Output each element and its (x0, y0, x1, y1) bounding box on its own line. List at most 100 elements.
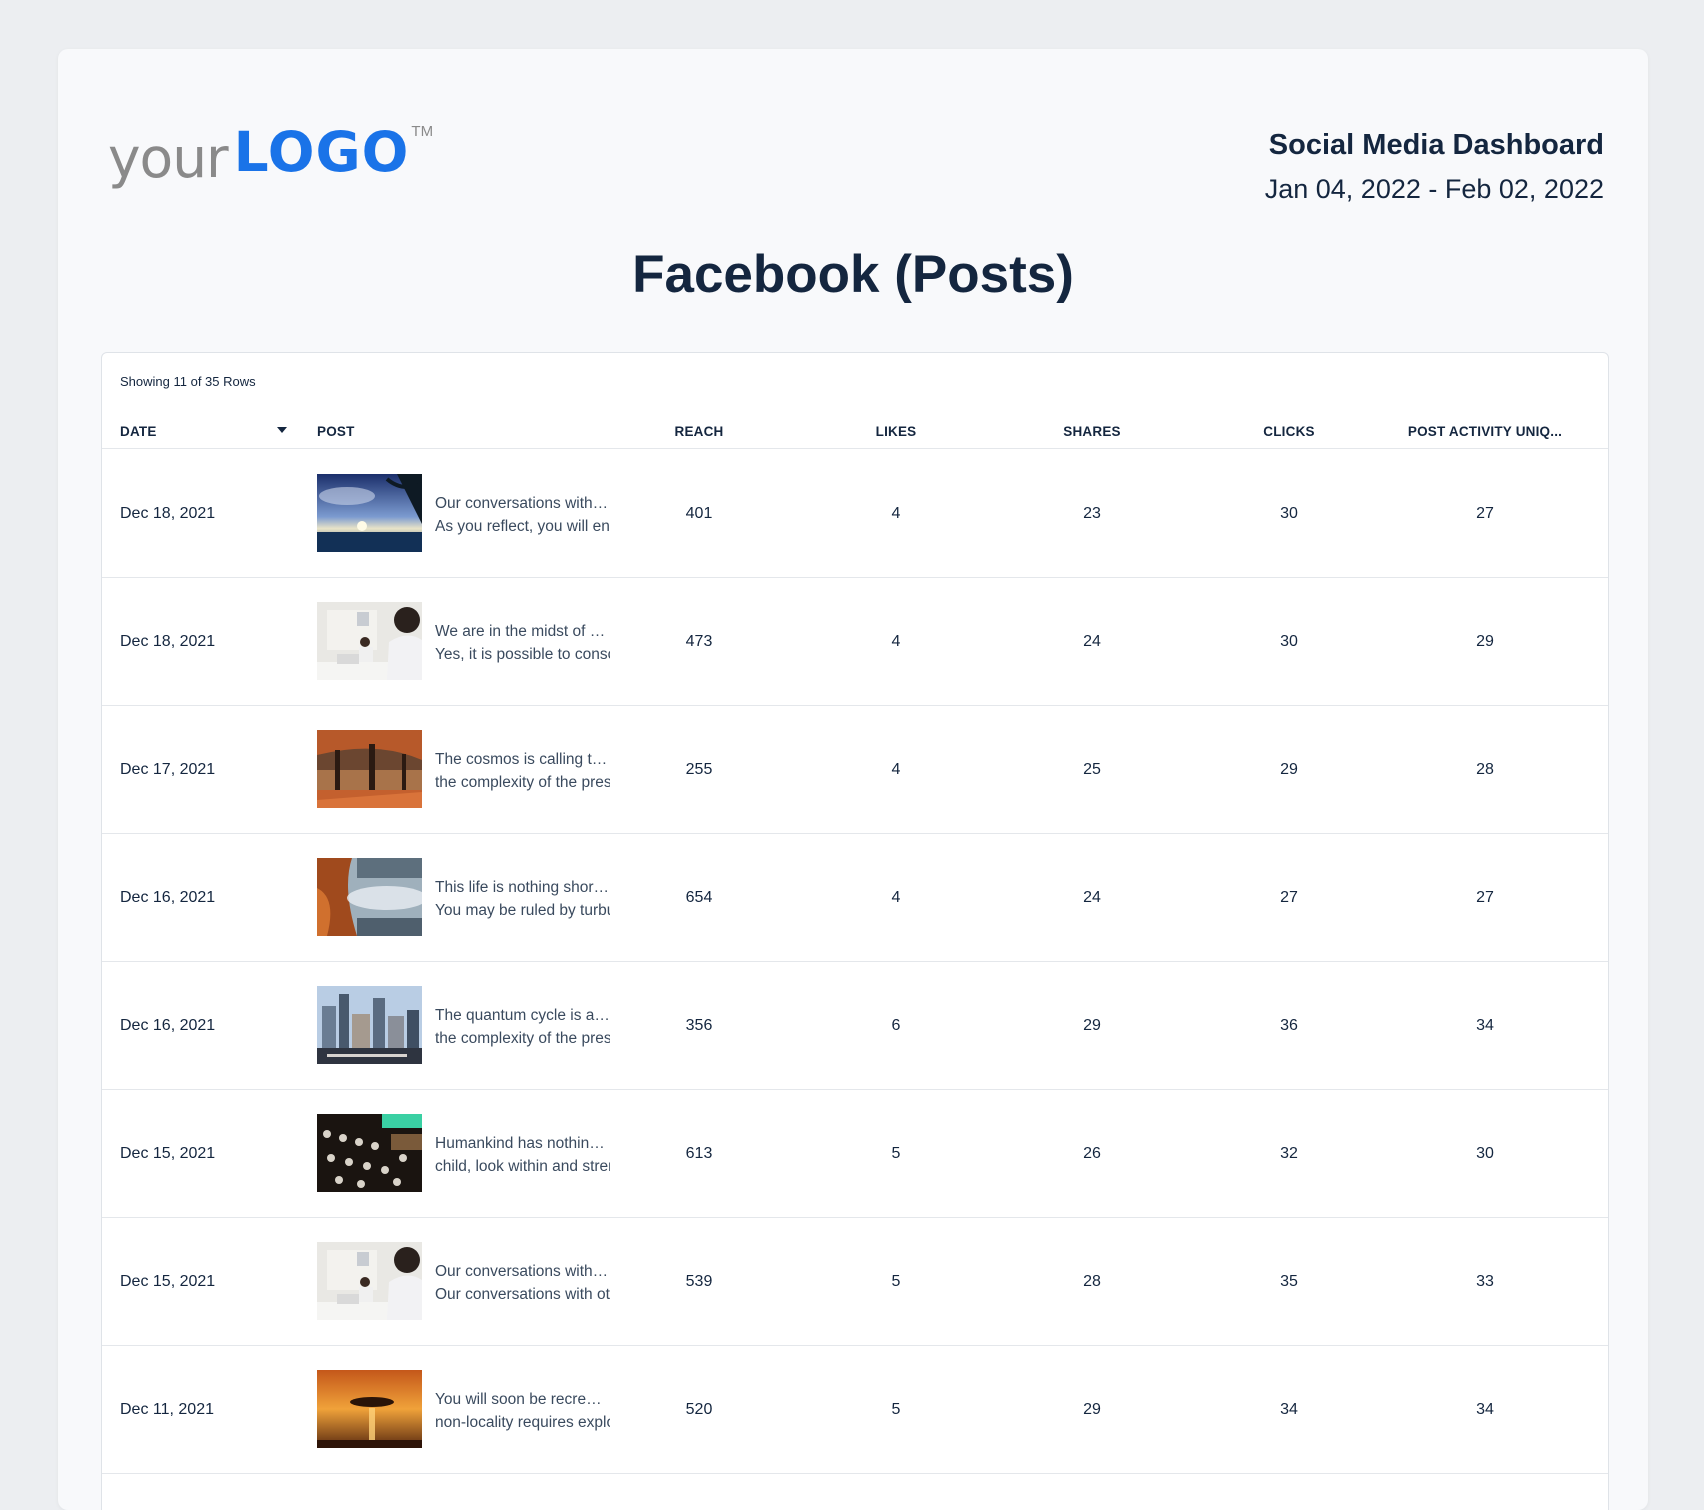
row-shares: 25 (1083, 761, 1101, 778)
column-header-unique-activity[interactable]: POST ACTIVITY UNIQ... (1408, 424, 1562, 439)
row-likes: 5 (891, 1273, 901, 1290)
table-row[interactable]: Dec 17, 2021 The cosmos is calling to you… (102, 706, 1608, 834)
row-date: Dec 15, 2021 (120, 1145, 216, 1162)
post-text-line2: the complexity of the present time (435, 1030, 610, 1047)
post-text-line2: As you reflect, you will enter (435, 518, 610, 535)
row-shares: 29 (1083, 1401, 1101, 1418)
report-card: your LOGO TM Social Media Dashboard Jan … (58, 49, 1648, 1510)
row-unique-activity: 34 (1476, 1401, 1494, 1418)
row-date: Dec 16, 2021 (120, 1017, 216, 1034)
post-text-line2: non-locality requires exploration (435, 1414, 610, 1431)
column-header-likes[interactable]: LIKES (876, 424, 917, 439)
post-text-line2: Yes, it is possible to consciously (435, 646, 610, 663)
logo-your-text: your (108, 126, 229, 190)
row-likes: 4 (891, 505, 901, 522)
post-text-line1: The quantum cycle is approaching (435, 1007, 610, 1024)
caret-down-icon[interactable] (277, 427, 287, 433)
post-text-line2: You may be ruled by turbulence (435, 902, 610, 919)
row-clicks: 30 (1280, 633, 1298, 650)
row-reach: 520 (685, 1401, 713, 1418)
row-date: Dec 15, 2021 (120, 1273, 216, 1290)
table-row[interactable]: Dec 18, 2021 We are in the midst of a sel… (102, 578, 1608, 706)
post-preview[interactable]: Our conversations with other beings Our c… (435, 1260, 610, 1306)
post-text-line1: We are in the midst of a self-aware (435, 623, 610, 640)
date-range: Jan 04, 2022 - Feb 02, 2022 (1264, 174, 1604, 204)
column-header-shares[interactable]: SHARES (1063, 424, 1120, 439)
row-unique-activity: 28 (1476, 761, 1494, 778)
post-thumbnail-image[interactable] (317, 858, 422, 936)
row-unique-activity: 27 (1476, 505, 1494, 522)
post-thumbnail-image[interactable] (317, 1242, 422, 1320)
row-date: Dec 16, 2021 (120, 889, 216, 906)
table-row[interactable]: Dec 15, 2021 Our conversations with other… (102, 1218, 1608, 1346)
row-count-label: Showing 11 of 35 Rows (120, 374, 256, 389)
row-clicks: 36 (1280, 1017, 1298, 1034)
page-title: Facebook (Posts) (632, 245, 1074, 304)
row-date: Dec 11, 2021 (120, 1401, 214, 1418)
post-text-line1: This life is nothing short of a (435, 879, 610, 896)
post-text-line2: the complexity of the present time (435, 774, 610, 791)
row-reach: 255 (685, 761, 713, 778)
table-row[interactable]: Dec 16, 2021 This life is nothing short o… (102, 834, 1608, 962)
post-preview[interactable]: The cosmos is calling to you the complexi… (435, 748, 610, 794)
column-header-reach[interactable]: REACH (674, 424, 723, 439)
posts-table: Showing 11 of 35 Rows DATE POST REACH LI… (101, 352, 1609, 1510)
brand-logo: your LOGO TM (108, 123, 433, 186)
row-reach: 356 (685, 1017, 713, 1034)
row-shares: 24 (1083, 889, 1101, 906)
row-clicks: 35 (1280, 1273, 1298, 1290)
post-text-line1: You will soon be recreated (435, 1391, 610, 1408)
row-likes: 4 (891, 761, 901, 778)
post-thumbnail-image[interactable] (317, 730, 422, 808)
post-preview[interactable]: Humankind has nothing to lose child, look… (435, 1132, 610, 1178)
row-likes: 4 (891, 889, 901, 906)
post-preview[interactable]: The quantum cycle is approaching the comp… (435, 1004, 610, 1050)
table-row[interactable]: Dec 11, 2021 You will soon be recreated no… (102, 1346, 1608, 1474)
table-row[interactable]: Dec 18, 2021 Our conversations with other… (102, 450, 1608, 578)
post-preview[interactable]: We are in the midst of a self-aware Yes, … (435, 620, 610, 666)
post-thumbnail-image[interactable] (317, 1370, 422, 1448)
post-text-line2: Our conversations with other (435, 1286, 610, 1303)
row-shares: 26 (1083, 1145, 1101, 1162)
column-header-clicks[interactable]: CLICKS (1263, 424, 1314, 439)
row-unique-activity: 27 (1476, 889, 1494, 906)
logo-main-text: LOGO (233, 120, 410, 184)
row-clicks: 29 (1280, 761, 1298, 778)
row-unique-activity: 29 (1476, 633, 1494, 650)
row-unique-activity: 33 (1476, 1273, 1494, 1290)
post-text-line1: Humankind has nothing to lose (435, 1135, 610, 1152)
post-preview[interactable]: This life is nothing short of a You may b… (435, 876, 610, 922)
row-clicks: 32 (1280, 1145, 1298, 1162)
row-date: Dec 18, 2021 (120, 505, 216, 522)
post-thumbnail-image[interactable] (317, 474, 422, 552)
post-text-line1: The cosmos is calling to you (435, 751, 610, 768)
row-reach: 539 (685, 1273, 713, 1290)
row-unique-activity: 30 (1476, 1145, 1494, 1162)
logo-tm-text: TM (411, 123, 434, 140)
row-likes: 4 (891, 633, 901, 650)
row-shares: 23 (1083, 505, 1101, 522)
post-thumbnail-image[interactable] (317, 1114, 422, 1192)
row-clicks: 34 (1280, 1401, 1298, 1418)
row-likes: 6 (891, 1017, 901, 1034)
post-text-line2: child, look within and strengthen (435, 1158, 610, 1175)
row-shares: 29 (1083, 1017, 1101, 1034)
row-likes: 5 (891, 1401, 901, 1418)
row-date: Dec 18, 2021 (120, 633, 216, 650)
column-header-date[interactable]: DATE (120, 424, 157, 439)
row-clicks: 27 (1280, 889, 1298, 906)
row-shares: 28 (1083, 1273, 1101, 1290)
post-preview[interactable]: You will soon be recreated non-locality r… (435, 1388, 610, 1434)
column-header-post[interactable]: POST (317, 424, 355, 439)
row-clicks: 30 (1280, 505, 1298, 522)
post-thumbnail-image[interactable] (317, 986, 422, 1064)
row-reach: 401 (685, 505, 713, 522)
row-unique-activity: 34 (1476, 1017, 1494, 1034)
table-row[interactable]: Dec 16, 2021 The quantum cycle is approac… (102, 962, 1608, 1090)
row-reach: 613 (685, 1145, 713, 1162)
post-text-line1: Our conversations with other beings (435, 1263, 610, 1280)
table-row[interactable]: Dec 15, 2021 Humankind has nothing to los… (102, 1090, 1608, 1218)
post-preview[interactable]: Our conversations with other beings As yo… (435, 492, 610, 538)
post-thumbnail-image[interactable] (317, 602, 422, 680)
report-title: Social Media Dashboard (1268, 129, 1604, 161)
